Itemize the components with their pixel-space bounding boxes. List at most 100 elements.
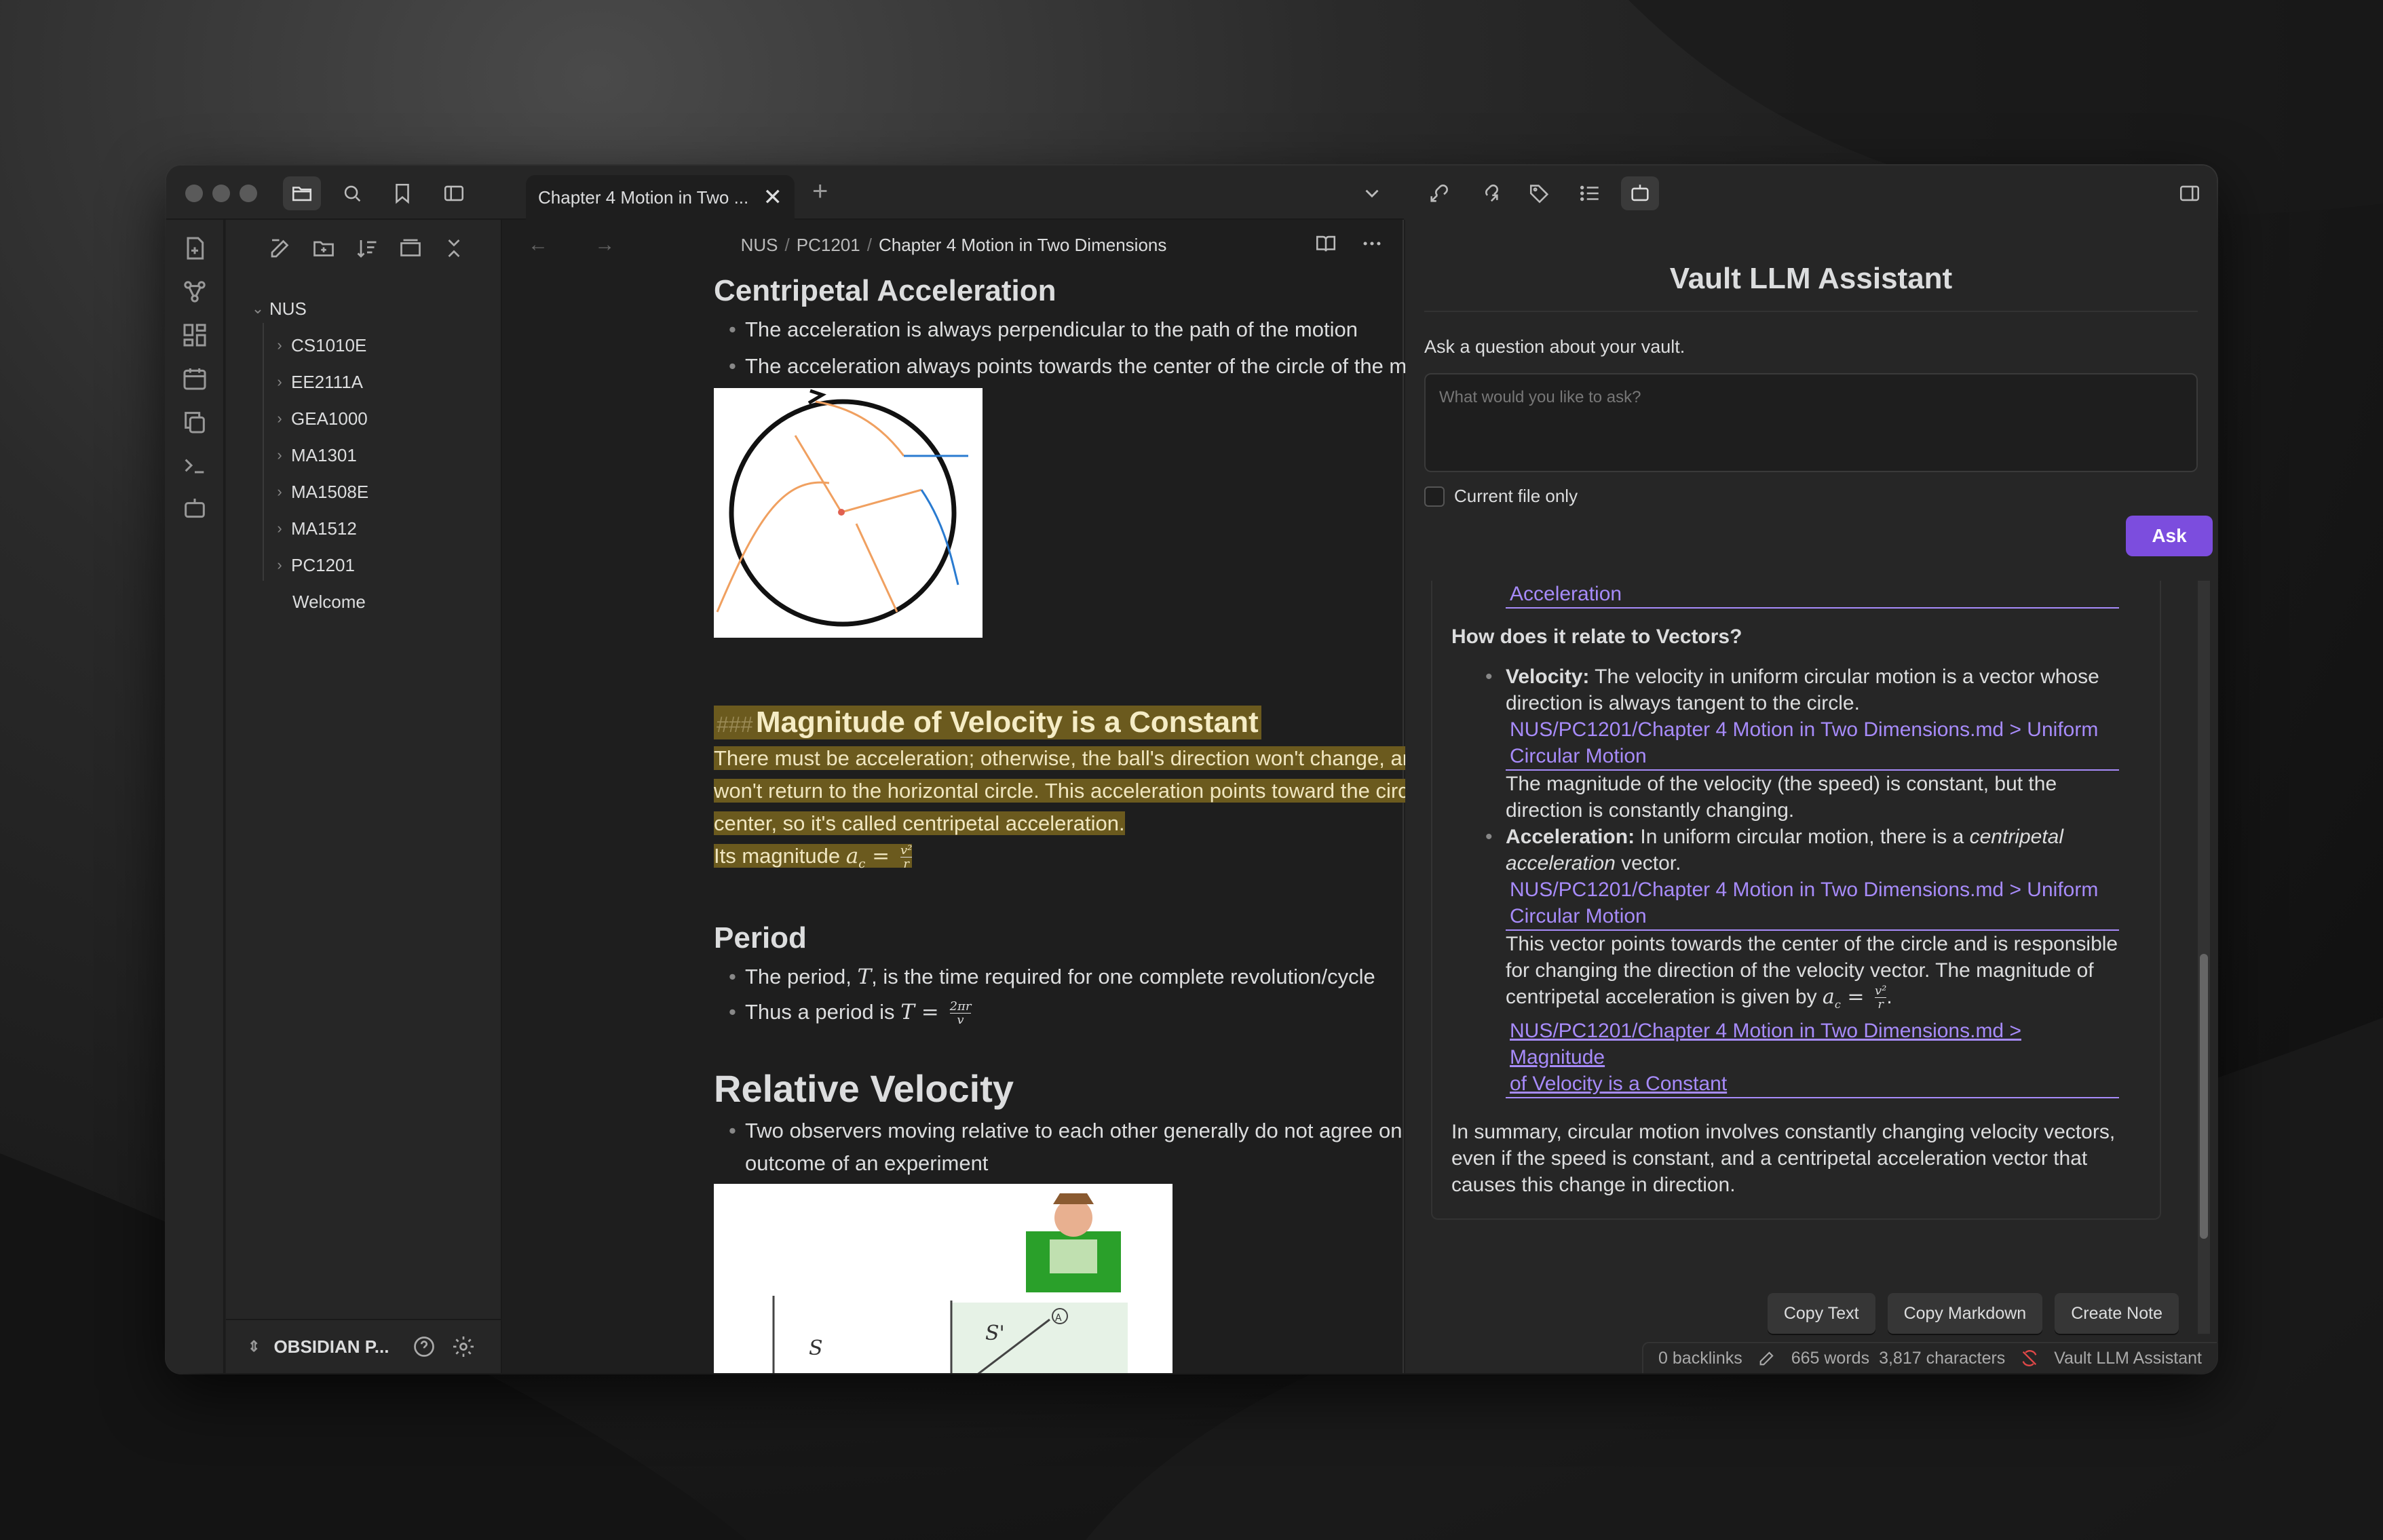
ask-button[interactable]: Ask — [2126, 516, 2213, 556]
search-icon — [344, 185, 361, 202]
pencil-icon[interactable] — [1757, 1349, 1776, 1368]
checkbox-box[interactable] — [1424, 486, 1445, 507]
minimize-window-button[interactable] — [212, 185, 230, 202]
command-palette-button[interactable] — [181, 452, 208, 479]
daily-note-button[interactable] — [181, 365, 208, 392]
scrollbar-thumb[interactable] — [2200, 954, 2208, 1239]
circular-motion-figure — [716, 389, 968, 627]
source-link[interactable]: NUS/PC1201/Chapter 4 Motion in Two Dimen… — [1506, 716, 2119, 771]
math-sub: c — [1834, 998, 1841, 1011]
help-icon[interactable] — [412, 1334, 436, 1359]
files-view-button[interactable] — [283, 176, 321, 210]
source-link[interactable]: Acceleration — [1506, 581, 2119, 609]
close-window-button[interactable] — [185, 185, 203, 202]
new-note-ribbon-button[interactable] — [181, 235, 208, 262]
breadcrumb-item[interactable]: NUS — [741, 235, 778, 255]
breadcrumb-item[interactable]: PC1201 — [797, 235, 860, 255]
point-label-a: A — [1055, 1313, 1062, 1324]
settings-gear-icon[interactable] — [451, 1334, 476, 1359]
canvas-button[interactable] — [181, 322, 208, 349]
source-link[interactable]: NUS/PC1201/Chapter 4 Motion in Two Dimen… — [1506, 877, 2119, 931]
backlinks-tab[interactable] — [1420, 176, 1458, 210]
tree-file-welcome[interactable]: Welcome — [246, 583, 497, 620]
question-input[interactable]: What would you like to ask? — [1424, 373, 2198, 472]
create-note-button[interactable]: Create Note — [2055, 1293, 2179, 1334]
tab-close-icon[interactable]: ✕ — [763, 184, 783, 211]
llm-assistant-tab[interactable] — [1621, 176, 1659, 210]
answer-summary: In summary, circular motion involves con… — [1451, 1119, 2141, 1198]
right-sidebar-tabs — [1404, 166, 2217, 220]
breadcrumb-separator: / — [784, 235, 790, 255]
math-eq: = — [1840, 985, 1871, 1009]
more-options-icon[interactable] — [1360, 232, 1384, 255]
toggle-right-sidebar-button[interactable] — [2171, 176, 2209, 210]
current-file-only-checkbox[interactable]: Current file only — [1424, 486, 1578, 507]
search-button[interactable] — [333, 176, 371, 210]
edit-icon — [271, 239, 289, 258]
plugin-status[interactable]: Vault LLM Assistant — [2054, 1349, 2202, 1368]
chevron-right-icon: › — [277, 446, 282, 463]
vault-switcher[interactable]: ⇕ OBSIDIAN P... — [226, 1319, 502, 1373]
paragraph-line: There must be acceleration; otherwise, t… — [714, 746, 1443, 770]
paragraph-line: center, so it's called centripetal accel… — [714, 811, 1125, 835]
chevron-down-icon: ⌄ — [251, 300, 265, 317]
new-tab-button[interactable]: + — [812, 176, 828, 207]
breadcrumb-current[interactable]: Chapter 4 Motion in Two Dimensions — [879, 235, 1166, 255]
backlinks-count[interactable]: 0 backlinks — [1658, 1349, 1742, 1368]
link-line: NUS/PC1201/Chapter 4 Motion in Two Dimen… — [1510, 718, 2099, 741]
new-note-button[interactable] — [267, 235, 294, 262]
llm-ribbon-button[interactable] — [181, 495, 208, 522]
divider — [1424, 311, 2198, 312]
tree-folder-label: CS1010E — [291, 334, 367, 355]
list-icon — [1580, 185, 1599, 201]
text-line: Two observers moving relative to each ot… — [745, 1119, 1438, 1143]
source-link[interactable]: NUS/PC1201/Chapter 4 Motion in Two Dimen… — [1506, 1018, 2119, 1098]
text: Thus a period is — [745, 1000, 895, 1024]
tree-folder[interactable]: › MA1512 — [246, 510, 497, 547]
link-line: Circular Motion — [1510, 905, 1647, 927]
text: vector. — [1615, 852, 1681, 874]
bookmarks-button[interactable] — [383, 176, 421, 210]
chevron-right-icon: › — [277, 483, 282, 500]
collapse-all-button[interactable] — [440, 235, 468, 262]
tree-folder[interactable]: › GEA1000 — [246, 400, 497, 437]
new-folder-button[interactable] — [310, 235, 337, 262]
outgoing-links-tab[interactable] — [1470, 176, 1508, 210]
outline-tab[interactable] — [1571, 176, 1609, 210]
tree-folder[interactable]: › EE2111A — [246, 364, 497, 400]
tree-folder[interactable]: › CS1010E — [246, 327, 497, 364]
toggle-left-sidebar-button[interactable] — [435, 176, 473, 210]
copy-text-button[interactable]: Copy Text — [1767, 1293, 1875, 1334]
bot-icon — [185, 499, 205, 518]
math-var: a — [845, 844, 859, 868]
link-line: Circular Motion — [1510, 745, 1647, 767]
tree-folder-nus[interactable]: ⌄ NUS — [246, 290, 497, 327]
auto-reveal-button[interactable] — [397, 235, 424, 262]
tree-folder[interactable]: › PC1201 — [246, 547, 497, 583]
character-count: 3,817 characters — [1879, 1348, 2006, 1368]
reading-view-book-icon[interactable] — [1314, 232, 1337, 255]
bookmark-icon — [396, 183, 409, 204]
tree-folder-label: EE2111A — [291, 371, 364, 392]
text-line: direction is constantly changing. — [1506, 799, 1795, 822]
tab-list-chevron-icon[interactable] — [1360, 182, 1384, 205]
collapse-icon — [448, 239, 460, 257]
tab-chapter-4[interactable]: Chapter 4 Motion in Two ... ✕ — [526, 175, 795, 220]
answer-scrollbar[interactable] — [2198, 581, 2210, 1334]
maximize-window-button[interactable] — [240, 185, 257, 202]
templates-button[interactable] — [181, 408, 208, 436]
graph-view-button[interactable] — [181, 278, 208, 305]
text-line: even if the speed is constant, and a cen… — [1451, 1147, 2088, 1170]
tree-folder[interactable]: › MA1508E — [246, 474, 497, 510]
sort-button[interactable] — [354, 235, 381, 262]
link-line: of Velocity is a Constant — [1510, 1073, 1728, 1095]
tree-folder[interactable]: › MA1301 — [246, 437, 497, 474]
llm-assistant-panel: Vault LLM Assistant Ask a question about… — [1405, 220, 2217, 1373]
graph-icon — [184, 281, 206, 303]
math-fraction: v² r — [1875, 985, 1887, 1011]
math-var: T — [857, 965, 872, 990]
tags-tab[interactable] — [1521, 176, 1559, 210]
copy-markdown-button[interactable]: Copy Markdown — [1887, 1293, 2043, 1334]
sync-error-icon[interactable] — [2020, 1349, 2039, 1368]
file-explorer: ⌄ NUS › CS1010E › EE2111A › GEA1000 › MA1301… — [226, 220, 502, 1373]
